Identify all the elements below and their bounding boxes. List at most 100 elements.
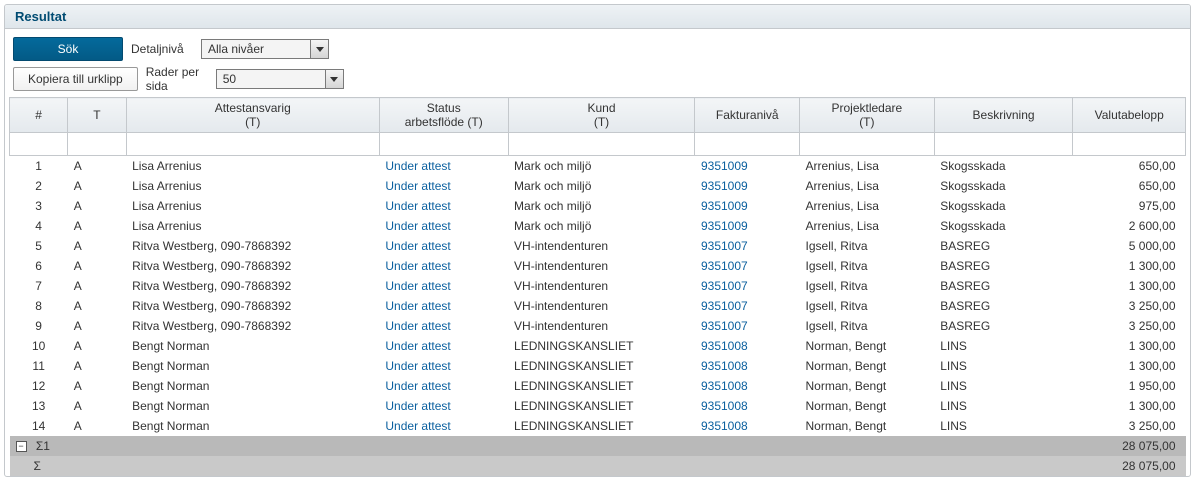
cell-status[interactable]: Under attest: [379, 196, 508, 216]
filter-row: [10, 133, 1186, 156]
cell-faktura[interactable]: 9351008: [695, 376, 800, 396]
cell-beskr: LINS: [934, 336, 1073, 356]
cell-status[interactable]: Under attest: [379, 396, 508, 416]
detail-select[interactable]: Alla nivåer: [201, 39, 329, 59]
cell-kund: VH-intendenturen: [508, 236, 695, 256]
filter-status[interactable]: [383, 135, 505, 153]
cell-faktura[interactable]: 9351009: [695, 216, 800, 236]
filter-beskr[interactable]: [938, 135, 1070, 153]
cell-status[interactable]: Under attest: [379, 256, 508, 276]
filter-kund[interactable]: [512, 135, 692, 153]
rows-per-page-select[interactable]: 50: [216, 69, 344, 89]
filter-projekt[interactable]: [803, 135, 931, 153]
cell-beskr: Skogsskada: [934, 156, 1073, 177]
table-row[interactable]: 3ALisa ArreniusUnder attestMark och milj…: [10, 196, 1186, 216]
cell-belopp: 3 250,00: [1073, 316, 1186, 336]
table-row[interactable]: 12ABengt NormanUnder attestLEDNINGSKANSL…: [10, 376, 1186, 396]
cell-index: 6: [10, 256, 68, 276]
cell-faktura[interactable]: 9351008: [695, 336, 800, 356]
header-row: # T Attestansvarig(T) Statusarbetsflöde …: [10, 98, 1186, 133]
col-beskr[interactable]: Beskrivning: [934, 98, 1073, 133]
cell-status[interactable]: Under attest: [379, 156, 508, 177]
cell-faktura[interactable]: 9351009: [695, 156, 800, 177]
cell-projekt: Norman, Bengt: [800, 336, 935, 356]
table-row[interactable]: 10ABengt NormanUnder attestLEDNINGSKANSL…: [10, 336, 1186, 356]
cell-belopp: 975,00: [1073, 196, 1186, 216]
cell-kund: LEDNINGSKANSLIET: [508, 396, 695, 416]
filter-faktura[interactable]: [698, 135, 796, 153]
table-row[interactable]: 13ABengt NormanUnder attestLEDNINGSKANSL…: [10, 396, 1186, 416]
cell-faktura[interactable]: 9351007: [695, 316, 800, 336]
cell-index: 13: [10, 396, 68, 416]
filter-attest[interactable]: [130, 135, 376, 153]
total-row: Σ 28 075,00: [10, 456, 1186, 476]
col-attest[interactable]: Attestansvarig(T): [126, 98, 379, 133]
copy-to-clipboard-button[interactable]: Kopiera till urklipp: [13, 67, 138, 91]
cell-faktura[interactable]: 9351009: [695, 176, 800, 196]
cell-faktura[interactable]: 9351009: [695, 196, 800, 216]
col-belopp[interactable]: Valutabelopp: [1073, 98, 1186, 133]
table-row[interactable]: 5ARitva Westberg, 090-7868392Under attes…: [10, 236, 1186, 256]
cell-faktura[interactable]: 9351007: [695, 296, 800, 316]
filter-belopp[interactable]: [1076, 135, 1182, 153]
cell-attest: Lisa Arrenius: [126, 176, 379, 196]
cell-status[interactable]: Under attest: [379, 416, 508, 436]
cell-t: A: [68, 276, 126, 296]
col-index[interactable]: #: [10, 98, 68, 133]
subtotal-label: Σ1: [36, 439, 50, 453]
cell-t: A: [68, 396, 126, 416]
cell-faktura[interactable]: 9351008: [695, 396, 800, 416]
cell-beskr: LINS: [934, 376, 1073, 396]
cell-faktura[interactable]: 9351007: [695, 276, 800, 296]
cell-faktura[interactable]: 9351007: [695, 236, 800, 256]
cell-status[interactable]: Under attest: [379, 276, 508, 296]
cell-projekt: Igsell, Ritva: [800, 276, 935, 296]
cell-index: 9: [10, 316, 68, 336]
col-faktura[interactable]: Fakturanivå: [695, 98, 800, 133]
cell-t: A: [68, 236, 126, 256]
table-row[interactable]: 4ALisa ArreniusUnder attestMark och milj…: [10, 216, 1186, 236]
col-status[interactable]: Statusarbetsflöde (T): [379, 98, 508, 133]
table-row[interactable]: 11ABengt NormanUnder attestLEDNINGSKANSL…: [10, 356, 1186, 376]
chevron-down-icon[interactable]: [325, 70, 343, 88]
col-kund[interactable]: Kund(T): [508, 98, 695, 133]
table-row[interactable]: 6ARitva Westberg, 090-7868392Under attes…: [10, 256, 1186, 276]
cell-index: 14: [10, 416, 68, 436]
cell-projekt: Norman, Bengt: [800, 356, 935, 376]
cell-status[interactable]: Under attest: [379, 296, 508, 316]
cell-status[interactable]: Under attest: [379, 176, 508, 196]
table-row[interactable]: 8ARitva Westberg, 090-7868392Under attes…: [10, 296, 1186, 316]
cell-belopp: 5 000,00: [1073, 236, 1186, 256]
cell-status[interactable]: Under attest: [379, 216, 508, 236]
collapse-icon[interactable]: −: [16, 441, 27, 452]
col-projekt[interactable]: Projektledare(T): [800, 98, 935, 133]
cell-beskr: Skogsskada: [934, 196, 1073, 216]
results-table: # T Attestansvarig(T) Statusarbetsflöde …: [9, 97, 1186, 476]
cell-faktura[interactable]: 9351008: [695, 356, 800, 376]
cell-status[interactable]: Under attest: [379, 316, 508, 336]
cell-status[interactable]: Under attest: [379, 376, 508, 396]
table-row[interactable]: 14ABengt NormanUnder attestLEDNINGSKANSL…: [10, 416, 1186, 436]
cell-faktura[interactable]: 9351007: [695, 256, 800, 276]
cell-index: 3: [10, 196, 68, 216]
cell-index: 11: [10, 356, 68, 376]
subtotal-value: 28 075,00: [1073, 436, 1186, 456]
chevron-down-icon[interactable]: [310, 40, 328, 58]
cell-belopp: 1 300,00: [1073, 336, 1186, 356]
cell-t: A: [68, 336, 126, 356]
cell-index: 1: [10, 156, 68, 177]
cell-status[interactable]: Under attest: [379, 336, 508, 356]
cell-index: 4: [10, 216, 68, 236]
cell-faktura[interactable]: 9351008: [695, 416, 800, 436]
table-row[interactable]: 7ARitva Westberg, 090-7868392Under attes…: [10, 276, 1186, 296]
cell-projekt: Norman, Bengt: [800, 416, 935, 436]
table-row[interactable]: 2ALisa ArreniusUnder attestMark och milj…: [10, 176, 1186, 196]
cell-t: A: [68, 376, 126, 396]
table-row[interactable]: 1ALisa ArreniusUnder attestMark och milj…: [10, 156, 1186, 177]
search-button[interactable]: Sök: [13, 37, 123, 61]
col-t[interactable]: T: [68, 98, 126, 133]
table-row[interactable]: 9ARitva Westberg, 090-7868392Under attes…: [10, 316, 1186, 336]
cell-status[interactable]: Under attest: [379, 236, 508, 256]
cell-status[interactable]: Under attest: [379, 356, 508, 376]
cell-index: 8: [10, 296, 68, 316]
